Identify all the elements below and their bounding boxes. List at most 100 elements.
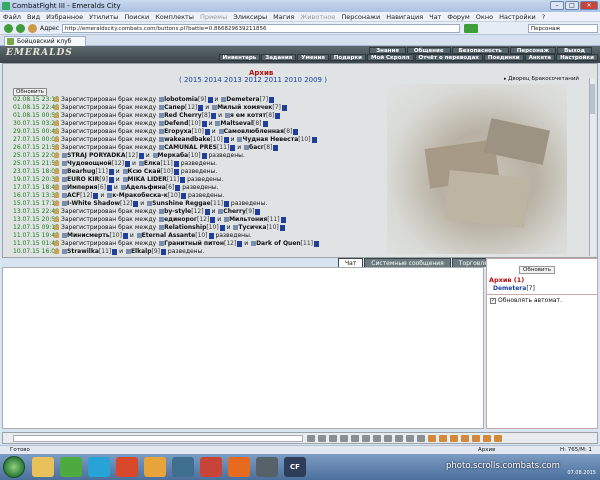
app-red-icon[interactable] xyxy=(200,457,222,477)
monitor-icon[interactable] xyxy=(172,457,194,477)
user-a[interactable]: ACF xyxy=(67,192,80,199)
info-icon[interactable] xyxy=(174,168,179,175)
forward-button[interactable] xyxy=(16,24,25,33)
user-a[interactable]: by-style xyxy=(164,208,191,215)
shop-icon[interactable] xyxy=(494,435,502,442)
chat-tab[interactable]: Системные сообщения xyxy=(364,258,451,267)
menu-item[interactable]: Настройки xyxy=(499,13,536,21)
pet-icon[interactable] xyxy=(472,435,480,442)
info-icon[interactable] xyxy=(201,152,207,159)
info-icon[interactable] xyxy=(181,192,187,199)
send-icon[interactable] xyxy=(307,435,315,442)
game-nav-item[interactable]: Поединки xyxy=(483,54,524,61)
user-b[interactable]: Чудная Невеста xyxy=(242,136,298,143)
user-b[interactable]: Cherry xyxy=(223,208,246,215)
game-nav-item[interactable]: Умения xyxy=(297,54,329,61)
clear-icon[interactable] xyxy=(318,435,326,442)
user-a[interactable]: Сапер xyxy=(164,104,185,111)
firefox-icon[interactable] xyxy=(228,457,250,477)
close-button[interactable]: ✕ xyxy=(580,1,598,10)
sound-icon[interactable] xyxy=(384,435,392,442)
user-a[interactable]: I-White Shadow xyxy=(67,200,120,207)
info-icon[interactable] xyxy=(219,224,225,231)
info-icon[interactable] xyxy=(161,248,166,255)
user-a[interactable]: Bearhug xyxy=(67,168,96,175)
info-icon[interactable] xyxy=(293,128,299,135)
info-icon[interactable] xyxy=(175,184,181,191)
utorrent-icon[interactable] xyxy=(60,457,82,477)
user-a[interactable]: Relationship xyxy=(164,224,206,231)
search-input[interactable]: Персонаж xyxy=(528,24,598,33)
info-icon[interactable] xyxy=(275,112,281,119)
address-input[interactable]: http://emeraldscity.combats.com/buttons.… xyxy=(62,24,460,33)
game-nav-item[interactable]: Настройки xyxy=(556,54,598,61)
game-nav-item[interactable]: Общение xyxy=(406,47,451,54)
user-b[interactable]: к-Мракобеска-к xyxy=(112,192,168,199)
info-icon[interactable] xyxy=(211,112,217,119)
info-icon[interactable] xyxy=(107,184,112,191)
user-a[interactable]: STRAJ PORYADKA xyxy=(67,152,125,159)
user-b[interactable]: MIKA LIDER xyxy=(128,176,167,183)
game-nav-item[interactable]: Выход xyxy=(557,47,592,54)
user-a[interactable]: Гранитный питон xyxy=(164,240,224,247)
menu-item[interactable]: Навигация xyxy=(386,13,423,21)
info-icon[interactable] xyxy=(108,168,114,175)
user-a[interactable]: wakeandbake xyxy=(164,136,210,143)
game-nav-item[interactable]: Знания xyxy=(369,47,406,54)
menu-item[interactable]: Эликсиры xyxy=(233,13,267,21)
info-icon[interactable] xyxy=(314,240,319,247)
info-icon[interactable] xyxy=(210,216,216,223)
info-icon[interactable] xyxy=(204,128,210,135)
info-icon[interactable] xyxy=(133,200,139,207)
info-icon[interactable] xyxy=(138,152,144,159)
user-b[interactable]: Maltseval xyxy=(220,120,253,127)
media-player-icon[interactable] xyxy=(144,457,166,477)
user-b[interactable]: Тусичка xyxy=(238,224,266,231)
menu-item[interactable]: Магия xyxy=(273,13,294,21)
menu-item[interactable]: Окно xyxy=(476,13,493,21)
menu-item[interactable]: Поиски xyxy=(124,13,149,21)
archive-refresh-button[interactable]: Обновить xyxy=(13,88,47,96)
map-icon[interactable] xyxy=(406,435,414,442)
tab-fight-club[interactable]: Бойцовский клуб xyxy=(4,36,86,46)
chrome-icon[interactable] xyxy=(116,457,138,477)
archive-scrollbar[interactable] xyxy=(589,78,595,256)
user-a[interactable]: Defend xyxy=(164,120,188,127)
info-icon[interactable] xyxy=(198,104,204,111)
info-icon[interactable] xyxy=(279,224,285,231)
info-icon[interactable] xyxy=(180,176,186,183)
info-icon[interactable] xyxy=(237,240,243,247)
menu-item[interactable]: Форум xyxy=(447,13,469,21)
user-b[interactable]: Милый хомячек xyxy=(217,104,272,111)
user-b[interactable]: Elkalp xyxy=(131,248,152,255)
info-icon[interactable] xyxy=(255,208,261,215)
info-icon[interactable] xyxy=(230,144,236,151)
user-a[interactable]: Strawilka xyxy=(67,248,99,255)
info-icon[interactable] xyxy=(311,136,317,143)
info-icon[interactable] xyxy=(262,120,268,127)
game-nav-item[interactable]: Безопасность xyxy=(451,47,509,54)
game-nav-item[interactable]: Задания xyxy=(261,54,297,61)
menu-item[interactable]: Животное xyxy=(300,13,335,21)
auto-refresh-checkbox[interactable]: ✓ Обновлять автомат. xyxy=(490,297,562,304)
back-button[interactable] xyxy=(4,24,13,33)
user-b[interactable]: Мильтония xyxy=(229,216,267,223)
menu-item[interactable]: Утилиты xyxy=(89,13,118,21)
user-b[interactable]: Меркаба xyxy=(158,152,189,159)
info-icon[interactable] xyxy=(108,176,114,183)
explorer-icon[interactable] xyxy=(32,457,54,477)
user-a[interactable]: Red Cherry xyxy=(164,112,202,119)
chest-icon[interactable] xyxy=(439,435,447,442)
bank-icon[interactable] xyxy=(483,435,491,442)
fight-icon[interactable] xyxy=(373,435,381,442)
info-icon[interactable] xyxy=(204,208,210,215)
chat-tab[interactable]: Чат xyxy=(338,258,364,267)
info-icon[interactable] xyxy=(201,120,207,127)
game-nav-item[interactable]: Инвентарь xyxy=(218,54,261,61)
user-b[interactable]: Sunshine Reggae xyxy=(152,200,211,207)
menu-item[interactable]: Чат xyxy=(429,13,441,21)
user-a[interactable]: EURO KIR xyxy=(67,176,99,183)
user-a[interactable]: CAMUNAL PRES xyxy=(164,144,217,151)
info-icon[interactable] xyxy=(280,216,286,223)
user-b[interactable]: Адельфина xyxy=(126,184,166,191)
